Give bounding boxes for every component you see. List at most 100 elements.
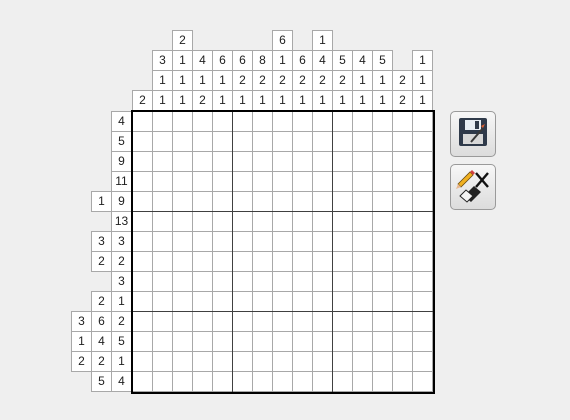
clear-button[interactable] (450, 164, 496, 210)
grid-cell[interactable] (253, 372, 273, 392)
grid-cell[interactable] (293, 232, 313, 252)
grid-cell[interactable] (293, 112, 313, 132)
grid-cell[interactable] (273, 352, 293, 372)
grid-cell[interactable] (273, 112, 293, 132)
grid-cell[interactable] (353, 172, 373, 192)
grid-cell[interactable] (393, 152, 413, 172)
grid-cell[interactable] (353, 212, 373, 232)
grid-cell[interactable] (393, 372, 413, 392)
grid-cell[interactable] (193, 372, 213, 392)
grid-cell[interactable] (393, 272, 413, 292)
grid-cell[interactable] (373, 172, 393, 192)
grid-cell[interactable] (253, 112, 273, 132)
grid-cell[interactable] (133, 372, 153, 392)
grid-cell[interactable] (273, 132, 293, 152)
grid-cell[interactable] (333, 292, 353, 312)
grid-cell[interactable] (173, 272, 193, 292)
grid-cell[interactable] (213, 352, 233, 372)
grid-cell[interactable] (313, 352, 333, 372)
grid-cell[interactable] (233, 312, 253, 332)
grid-cell[interactable] (313, 132, 333, 152)
grid-cell[interactable] (333, 372, 353, 392)
grid-cell[interactable] (133, 252, 153, 272)
grid-cell[interactable] (393, 352, 413, 372)
grid-cell[interactable] (313, 312, 333, 332)
grid-cell[interactable] (373, 132, 393, 152)
grid-cell[interactable] (253, 132, 273, 152)
grid-cell[interactable] (393, 232, 413, 252)
grid-cell[interactable] (153, 192, 173, 212)
grid-cell[interactable] (213, 312, 233, 332)
grid-cell[interactable] (173, 132, 193, 152)
grid-cell[interactable] (373, 232, 393, 252)
grid-cell[interactable] (153, 212, 173, 232)
grid-cell[interactable] (233, 272, 253, 292)
grid-cell[interactable] (373, 352, 393, 372)
grid-cell[interactable] (153, 272, 173, 292)
grid-cell[interactable] (173, 292, 193, 312)
grid-cell[interactable] (253, 212, 273, 232)
grid-cell[interactable] (413, 152, 433, 172)
grid-cell[interactable] (193, 272, 213, 292)
grid-cell[interactable] (153, 232, 173, 252)
grid-cell[interactable] (233, 232, 253, 252)
grid-cell[interactable] (413, 312, 433, 332)
grid-cell[interactable] (213, 252, 233, 272)
grid-cell[interactable] (293, 332, 313, 352)
grid-cell[interactable] (213, 172, 233, 192)
grid-cell[interactable] (313, 372, 333, 392)
grid-cell[interactable] (133, 292, 153, 312)
grid-cell[interactable] (333, 152, 353, 172)
grid-cell[interactable] (353, 352, 373, 372)
grid-cell[interactable] (293, 272, 313, 292)
grid-cell[interactable] (253, 312, 273, 332)
grid-cell[interactable] (313, 192, 333, 212)
grid-cell[interactable] (333, 172, 353, 192)
grid-cell[interactable] (413, 232, 433, 252)
grid-cell[interactable] (253, 272, 273, 292)
grid-cell[interactable] (173, 252, 193, 272)
grid-cell[interactable] (413, 372, 433, 392)
grid-cell[interactable] (153, 332, 173, 352)
grid-cell[interactable] (153, 152, 173, 172)
grid-cell[interactable] (373, 212, 393, 232)
grid-cell[interactable] (313, 232, 333, 252)
grid-cell[interactable] (133, 152, 153, 172)
grid-cell[interactable] (273, 232, 293, 252)
grid-cell[interactable] (373, 372, 393, 392)
grid-cell[interactable] (193, 252, 213, 272)
grid-cell[interactable] (213, 192, 233, 212)
grid-cell[interactable] (313, 252, 333, 272)
grid-cell[interactable] (273, 312, 293, 332)
grid-cell[interactable] (173, 212, 193, 232)
grid-cell[interactable] (333, 112, 353, 132)
grid-cell[interactable] (313, 172, 333, 192)
grid-cell[interactable] (153, 172, 173, 192)
grid-cell[interactable] (373, 152, 393, 172)
grid-cell[interactable] (273, 212, 293, 232)
grid-cell[interactable] (133, 332, 153, 352)
grid-cell[interactable] (293, 372, 313, 392)
grid-cell[interactable] (293, 292, 313, 312)
grid-cell[interactable] (213, 152, 233, 172)
grid-cell[interactable] (353, 332, 373, 352)
grid-cell[interactable] (353, 312, 373, 332)
grid-cell[interactable] (213, 212, 233, 232)
grid-cell[interactable] (393, 312, 413, 332)
grid-cell[interactable] (233, 212, 253, 232)
grid-cell[interactable] (133, 172, 153, 192)
grid-cell[interactable] (313, 212, 333, 232)
grid-cell[interactable] (173, 152, 193, 172)
grid-cell[interactable] (173, 172, 193, 192)
grid-cell[interactable] (213, 112, 233, 132)
grid-cell[interactable] (193, 352, 213, 372)
grid-cell[interactable] (133, 192, 153, 212)
grid-cell[interactable] (273, 252, 293, 272)
grid-cell[interactable] (233, 192, 253, 212)
grid-cell[interactable] (193, 212, 213, 232)
grid-cell[interactable] (373, 112, 393, 132)
grid-cell[interactable] (393, 132, 413, 152)
grid-cell[interactable] (173, 372, 193, 392)
grid-cell[interactable] (373, 312, 393, 332)
grid-cell[interactable] (333, 312, 353, 332)
